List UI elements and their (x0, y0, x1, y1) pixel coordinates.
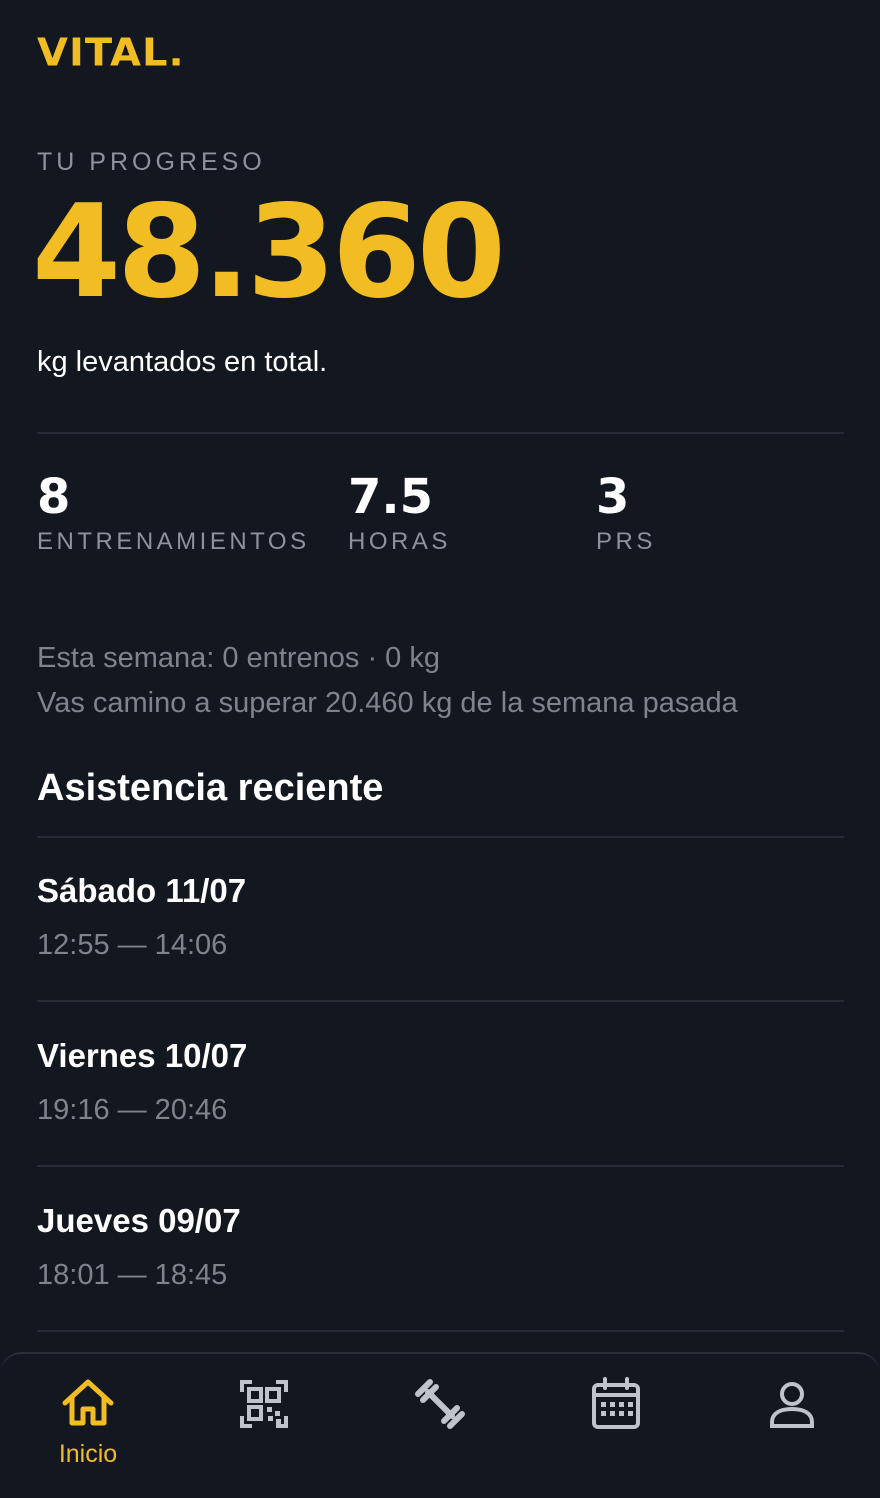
dumbbell-icon (410, 1374, 470, 1434)
total-weight-caption: kg levantados en total. (37, 346, 328, 378)
home-icon (58, 1374, 118, 1434)
stat-workouts: 8 ENTRENAMIENTOS (37, 470, 310, 556)
stat-prs-label: PRS (596, 528, 656, 555)
stat-hours-value: 7.5 (348, 469, 434, 525)
attendance-time: 12:55 — 14:06 (37, 929, 228, 961)
attendance-item[interactable]: Viernes 10/07 19:16 — 20:46 (37, 1037, 844, 1127)
progress-eyebrow: TU PROGRESO (37, 148, 266, 176)
attendance-day: Viernes 10/07 (37, 1037, 248, 1074)
divider (37, 1165, 844, 1167)
week-summary: Esta semana: 0 entrenos · 0 kg (37, 642, 440, 674)
home-screen: VITAL. TU PROGRESO 48.360 kg levantados … (0, 0, 880, 1498)
user-icon (762, 1374, 822, 1434)
attendance-time: 19:16 — 20:46 (37, 1094, 228, 1126)
week-comparison: Vas camino a superar 20.460 kg de la sem… (37, 687, 738, 719)
stat-prs: 3 PRS (596, 470, 656, 556)
tab-profile[interactable] (704, 1354, 880, 1498)
divider (37, 1330, 844, 1332)
app-logo: VITAL. (37, 31, 185, 75)
attendance-item[interactable]: Sábado 11/07 12:55 — 14:06 (37, 872, 844, 962)
attendance-day: Sábado 11/07 (37, 872, 247, 909)
attendance-time: 18:01 — 18:45 (37, 1259, 228, 1291)
stat-hours: 7.5 HORAS (348, 470, 451, 556)
attendance-item[interactable]: Jueves 09/07 18:01 — 18:45 (37, 1202, 844, 1292)
stat-workouts-label: ENTRENAMIENTOS (37, 528, 310, 555)
divider (37, 836, 844, 838)
total-weight-value: 48.360 (32, 178, 506, 327)
calendar-icon (586, 1374, 646, 1434)
divider (37, 1000, 844, 1002)
qr-code-icon (234, 1374, 294, 1434)
tab-calendar[interactable] (528, 1354, 704, 1498)
attendance-day: Jueves 09/07 (37, 1202, 241, 1239)
bottom-tab-bar: Inicio (0, 1352, 880, 1498)
stat-hours-label: HORAS (348, 528, 451, 555)
tab-home[interactable]: Inicio (0, 1354, 176, 1498)
tab-qr[interactable] (176, 1354, 352, 1498)
attendance-title: Asistencia reciente (37, 767, 384, 809)
divider (37, 432, 844, 434)
stat-workouts-value: 8 (37, 469, 71, 525)
tab-home-label: Inicio (58, 1440, 118, 1468)
tab-workouts[interactable] (352, 1354, 528, 1498)
stat-prs-value: 3 (596, 469, 630, 525)
